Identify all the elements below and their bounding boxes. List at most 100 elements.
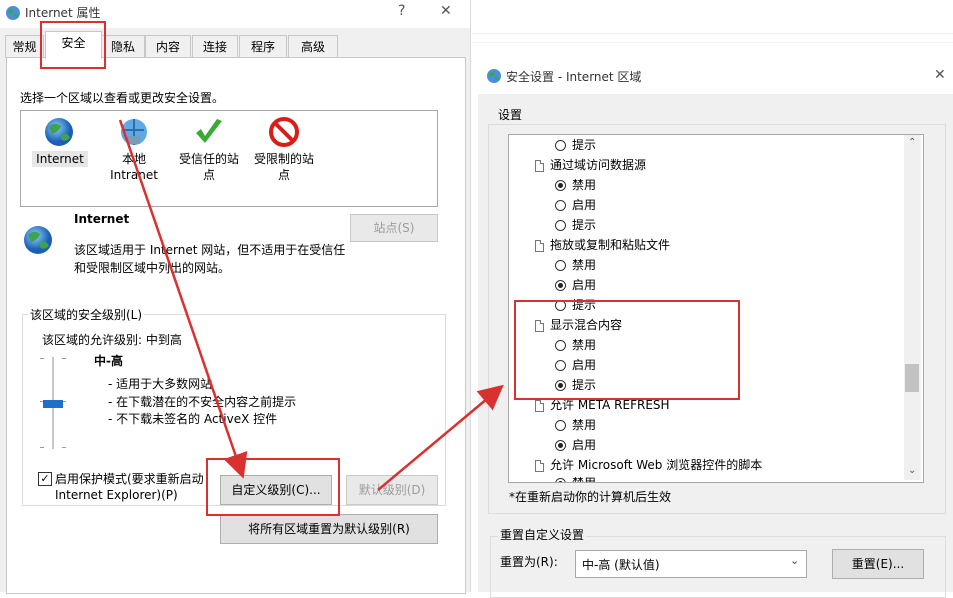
option-label: 禁用 xyxy=(572,178,597,192)
radio-button[interactable] xyxy=(555,340,566,351)
title-bar: 安全设置 - Internet 区域 ✕ xyxy=(478,58,953,94)
selected-zone-title: Internet xyxy=(74,212,130,226)
settings-list[interactable]: 提示 通过域访问数据源 禁用 启用 提示 拖放或复制和粘贴文件 禁用 启用 提示… xyxy=(508,134,924,483)
scroll-down-icon[interactable]: ⌄ xyxy=(908,465,916,476)
reset-all-zones-button[interactable]: 将所有区域重置为默认级别(R) xyxy=(220,514,438,544)
globe-icon xyxy=(45,118,73,146)
setting-label: 显示混合内容 xyxy=(550,318,623,332)
level-bullet-1: - 适用于大多数网站 xyxy=(108,377,213,391)
level-bullet-3: - 不下载未签名的 ActiveX 控件 xyxy=(108,412,278,426)
list-item[interactable]: 启用 xyxy=(555,355,596,375)
list-item[interactable]: 禁用 xyxy=(555,415,596,435)
radio-button[interactable] xyxy=(555,420,566,431)
page-icon xyxy=(535,399,544,412)
radio-button[interactable] xyxy=(555,140,566,151)
list-item[interactable]: 提示 xyxy=(555,375,596,395)
option-label: 提示 xyxy=(572,138,597,152)
zone-trusted-sites-label-1: 受信任的站 xyxy=(178,152,239,166)
radio-button[interactable] xyxy=(555,260,566,271)
sites-button[interactable]: 站点(S) xyxy=(350,214,438,242)
tab-general[interactable]: 常规 xyxy=(5,35,44,58)
restart-note: *在重新启动你的计算机后生效 xyxy=(509,490,672,504)
intranet-globe-icon xyxy=(121,119,147,145)
setting-label: 允许 Microsoft Web 浏览器控件的脚本 xyxy=(550,458,763,472)
option-label: 启用 xyxy=(572,438,597,452)
custom-level-button[interactable]: 自定义级别(C)... xyxy=(220,475,332,505)
globe-icon xyxy=(6,6,20,20)
list-item[interactable]: 提示 xyxy=(555,135,596,155)
setting-heading: 显示混合内容 xyxy=(535,315,622,335)
list-item[interactable]: 提示 xyxy=(555,295,596,315)
zone-local-intranet[interactable]: 本地 Intranet xyxy=(104,113,164,183)
setting-label: 通过域访问数据源 xyxy=(550,158,647,172)
zone-restricted-sites-label-1: 受限制的站 xyxy=(253,152,314,166)
tab-content[interactable]: 内容 xyxy=(145,35,191,58)
radio-button[interactable] xyxy=(555,478,566,482)
radio-button[interactable] xyxy=(555,360,566,371)
radio-button[interactable] xyxy=(555,380,566,391)
option-label: 启用 xyxy=(572,198,597,212)
list-item[interactable]: 禁用 xyxy=(555,175,596,195)
option-label: 禁用 xyxy=(572,338,597,352)
chevron-down-icon: ⌄ xyxy=(790,554,800,567)
scroll-up-icon[interactable]: ⌃ xyxy=(908,137,916,148)
list-item[interactable]: 禁用 xyxy=(555,473,597,483)
radio-button[interactable] xyxy=(555,300,566,311)
list-item[interactable]: 禁用 xyxy=(555,335,596,355)
settings-scrollbar[interactable]: ⌃ ⌄ xyxy=(904,135,921,480)
scrollbar-thumb[interactable] xyxy=(905,364,919,392)
checkmark-icon xyxy=(196,119,222,143)
protected-mode-checkbox[interactable]: ✓ xyxy=(38,472,52,486)
window-title: 安全设置 - Internet 区域 xyxy=(506,70,642,84)
no-entry-icon xyxy=(269,117,299,147)
selected-zone-description-2: 和受限制区域中列出的网站。 xyxy=(74,261,231,275)
radio-button[interactable] xyxy=(555,280,566,291)
close-button[interactable]: ✕ xyxy=(440,3,452,19)
reset-to-dropdown[interactable]: 中-高 (默认值) ⌄ xyxy=(575,550,807,578)
page-icon xyxy=(535,319,544,332)
tab-security[interactable]: 安全 xyxy=(45,31,102,59)
window-title: Internet 属性 xyxy=(25,6,101,20)
help-button[interactable]: ? xyxy=(398,3,405,19)
globe-icon xyxy=(487,69,501,83)
setting-heading: 拖放或复制和粘贴文件 xyxy=(535,235,670,255)
zone-local-intranet-label-1: 本地 xyxy=(121,152,146,166)
setting-heading: 允许 META REFRESH xyxy=(535,395,670,415)
list-item[interactable]: 启用 xyxy=(555,195,596,215)
zone-trusted-sites[interactable]: 受信任的站 点 xyxy=(176,113,242,183)
settings-group-title: 设置 xyxy=(498,108,523,122)
setting-label: 允许 META REFRESH xyxy=(550,398,670,412)
slider-thumb[interactable] xyxy=(43,400,63,408)
reset-to-label: 重置为(R): xyxy=(500,555,558,569)
option-label: 禁用 xyxy=(572,258,597,272)
protected-mode-label-1: 启用保护模式(要求重新启动 xyxy=(55,472,204,486)
list-item[interactable]: 禁用 xyxy=(555,255,596,275)
tab-programs[interactable]: 程序 xyxy=(239,35,287,58)
page-icon xyxy=(535,239,544,252)
option-label: 禁用 xyxy=(572,418,597,432)
option-label: 提示 xyxy=(572,298,597,312)
radio-button[interactable] xyxy=(555,440,566,451)
zone-local-intranet-label-2: Intranet xyxy=(110,168,158,182)
list-item[interactable]: 启用 xyxy=(555,435,596,455)
tab-connections[interactable]: 连接 xyxy=(192,35,238,58)
security-level-group-title: 该区域的安全级别(L) xyxy=(28,306,145,323)
selected-zone-globe-icon xyxy=(24,226,52,254)
zone-restricted-sites[interactable]: 受限制的站 点 xyxy=(251,113,317,183)
zone-internet[interactable]: Internet xyxy=(32,113,88,173)
security-level-slider[interactable] xyxy=(40,355,66,451)
radio-button[interactable] xyxy=(555,220,566,231)
close-button[interactable]: ✕ xyxy=(934,67,946,83)
page-icon xyxy=(535,159,544,172)
setting-heading: 通过域访问数据源 xyxy=(535,155,646,175)
list-item[interactable]: 启用 xyxy=(555,275,596,295)
tab-privacy[interactable]: 隐私 xyxy=(101,35,145,58)
internet-properties-dialog: Internet 属性 ? ✕ 常规 安全 隐私 内容 连接 程序 高级 选择一… xyxy=(0,0,471,594)
radio-button[interactable] xyxy=(555,200,566,211)
reset-button[interactable]: 重置(E)... xyxy=(832,549,924,579)
radio-button[interactable] xyxy=(555,180,566,191)
option-label: 禁用 xyxy=(572,476,597,483)
list-item[interactable]: 提示 xyxy=(555,215,596,235)
tab-advanced[interactable]: 高级 xyxy=(288,35,338,58)
default-level-button[interactable]: 默认级别(D) xyxy=(346,475,438,505)
